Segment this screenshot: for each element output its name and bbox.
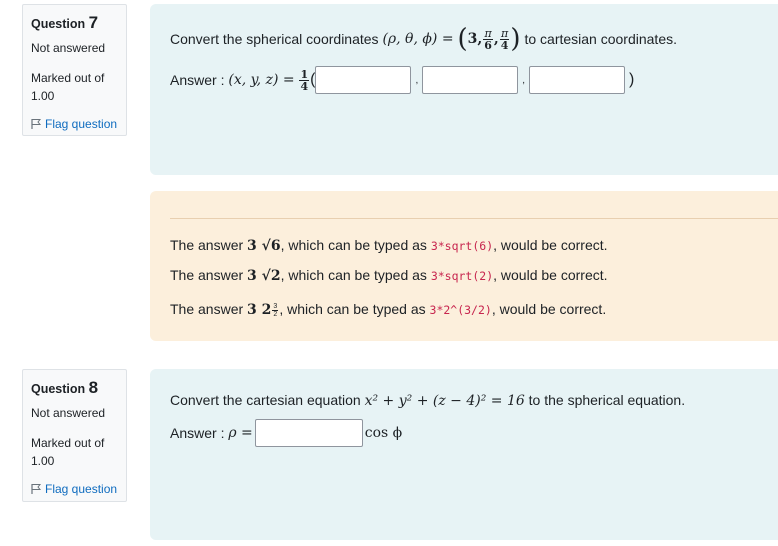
fraction-pi-4: π 4 <box>499 26 510 52</box>
answer-label: Answer : <box>170 72 225 88</box>
question-number-value: 7 <box>88 13 99 32</box>
typed-answer-code: 3*sqrt(6) <box>430 239 494 253</box>
question-number: Question 8 <box>31 378 99 397</box>
typed-answer-code: 3*2^(3/2) <box>429 303 492 317</box>
rho-label: ρ = <box>228 425 253 441</box>
question-7-formulation: Convert the spherical coordinates (ρ, θ,… <box>150 4 778 175</box>
question-8-formulation: Convert the cartesian equation x² + y² +… <box>150 369 778 540</box>
flag-question-link[interactable]: Flag question <box>31 482 118 496</box>
feedback-line-1: The answer 3 √6, which can be typed as 3… <box>170 237 608 254</box>
flag-icon <box>31 484 42 494</box>
feedback-line-3: The answer 3 232, which can be typed as … <box>170 301 607 319</box>
spherical-vars: (ρ, θ, ϕ) = <box>382 31 454 47</box>
question-8-info: Question 8 Not answered Marked out of 1.… <box>22 369 127 502</box>
flag-icon <box>31 119 42 129</box>
answer-input-z[interactable] <box>529 66 626 94</box>
answer-input-rho[interactable] <box>254 419 363 447</box>
answer-input-x[interactable] <box>315 66 412 94</box>
answer-label: Answer : <box>170 425 225 441</box>
question-8-prompt: Convert the cartesian equation x² + y² +… <box>170 392 686 409</box>
question-7-prompt: Convert the spherical coordinates (ρ, θ,… <box>170 24 677 54</box>
typed-answer-code: 3*sqrt(2) <box>430 269 494 283</box>
cartesian-vars: (x, y, z) = <box>228 72 295 88</box>
exponent-fraction: 32 <box>272 303 279 319</box>
question-7-answer-row: Answer : (x, y, z) = 1 4 ( , , ) <box>170 66 635 94</box>
question-number-value: 8 <box>88 378 99 397</box>
cos-phi-label: cos ϕ <box>364 425 403 441</box>
question-8-answer-row: Answer : ρ = cos ϕ <box>170 419 402 447</box>
fraction-1-4: 1 4 <box>299 67 310 93</box>
question-number: Question 7 <box>31 13 99 32</box>
question-state: Not answered <box>31 41 106 55</box>
flag-question-link[interactable]: Flag question <box>31 117 118 131</box>
fraction-pi-6: π 6 <box>483 26 493 52</box>
question-7-feedback: The answer 3 √6, which can be typed as 3… <box>150 191 778 341</box>
question-grade: Marked out of 1.00 <box>31 71 105 103</box>
question-state: Not answered <box>31 406 106 420</box>
answer-input-y[interactable] <box>422 66 519 94</box>
feedback-line-2: The answer 3 √2, which can be typed as 3… <box>170 267 608 284</box>
feedback-divider <box>170 218 778 219</box>
question-grade: Marked out of 1.00 <box>31 436 105 468</box>
question-7-info: Question 7 Not answered Marked out of 1.… <box>22 4 127 136</box>
cartesian-equation: x² + y² + (z − 4)² = 16 <box>364 393 525 409</box>
